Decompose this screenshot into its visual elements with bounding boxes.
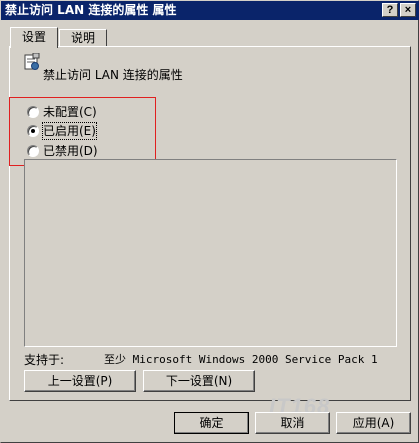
previous-setting-button[interactable]: 上一设置(P) [24, 370, 136, 392]
policy-setting-icon [24, 52, 40, 71]
supported-on-value: 至少 Microsoft Windows 2000 Service Pack 1 [104, 353, 378, 366]
options-area [24, 159, 397, 347]
ok-button[interactable]: 确定 [174, 412, 249, 434]
next-setting-button[interactable]: 下一设置(N) [143, 370, 255, 392]
option-label: 未配置(C) [43, 105, 97, 119]
apply-button[interactable]: 应用(A) [336, 412, 411, 434]
next-setting-label: 下一设置(N) [165, 374, 233, 388]
cancel-label: 取消 [280, 416, 305, 430]
title-bar[interactable]: 禁止访问 LAN 连接的属性 属性 ? × [1, 1, 419, 20]
option-label: 已启用(E) [42, 122, 97, 140]
apply-label: 应用(A) [352, 416, 395, 430]
cancel-button[interactable]: 取消 [255, 412, 330, 434]
help-button[interactable]: ? [382, 3, 398, 17]
supported-on-label: 支持于: [24, 353, 65, 367]
policy-name: 禁止访问 LAN 连接的属性 [43, 68, 183, 82]
tab-settings[interactable]: 设置 [10, 27, 58, 48]
radio-enabled[interactable] [27, 125, 39, 137]
close-button[interactable]: × [400, 3, 416, 17]
previous-setting-label: 上一设置(P) [47, 374, 113, 388]
option-label: 已禁用(D) [43, 144, 98, 158]
properties-dialog: 禁止访问 LAN 连接的属性 属性 ? × 设置 说明 禁止访问 LAN 连接的… [0, 0, 419, 443]
tab-explain[interactable]: 说明 [59, 29, 107, 47]
window-title: 禁止访问 LAN 连接的属性 属性 [5, 3, 177, 17]
ok-label: 确定 [199, 416, 224, 430]
radio-disabled[interactable] [27, 145, 39, 157]
radio-not-configured[interactable] [27, 106, 39, 118]
